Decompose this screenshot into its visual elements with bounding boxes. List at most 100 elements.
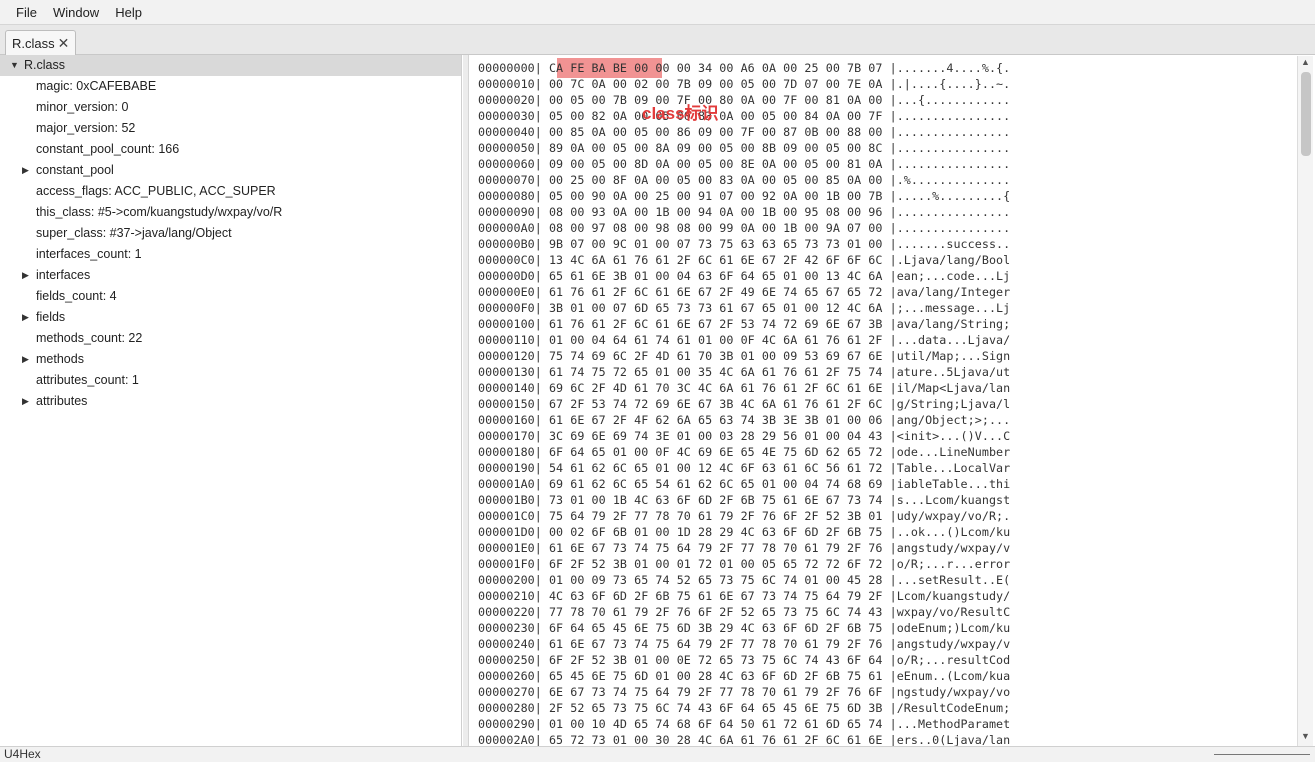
hex-row: 00000290| 01 00 10 4D 65 74 68 6F 64 50 …	[478, 717, 1011, 731]
hex-row: 000000F0| 3B 01 00 07 6D 65 73 73 61 67 …	[478, 301, 1011, 315]
tree-item-label: fields	[36, 310, 66, 324]
tree-item[interactable]: ▶ constant_pool	[22, 160, 114, 181]
hex-row: 00000210| 4C 63 6F 6D 2F 6B 75 61 6E 67 …	[478, 589, 1011, 603]
hex-row: 000001F0| 6F 2F 52 3B 01 00 01 72 01 00 …	[478, 557, 1011, 571]
hex-row: 00000030| 05 00 82 0A 00 05 00 83 0A 00 …	[478, 109, 1011, 123]
tree-item[interactable]: ▶ attributes	[22, 391, 87, 412]
scroll-down-icon[interactable]: ▼	[1301, 731, 1310, 741]
hex-row: 000000C0| 13 4C 6A 61 76 61 2F 6C 61 6E …	[478, 253, 1011, 267]
close-icon[interactable]: ✕	[58, 35, 70, 52]
hex-row: 000000E0| 61 76 61 2F 6C 61 6E 67 2F 49 …	[478, 285, 1011, 299]
hex-row: 00000000| CA FE BA BE 00 00 00 34 00 A6 …	[478, 61, 1011, 75]
hex-row: 000001E0| 61 6E 67 73 74 75 64 79 2F 77 …	[478, 541, 1011, 555]
menu-bar: File Window Help	[0, 0, 1315, 25]
tree-item-label: interfaces	[36, 268, 91, 282]
menu-file[interactable]: File	[8, 5, 45, 20]
hex-row: 000001B0| 73 01 00 1B 4C 63 6F 6D 2F 6B …	[478, 493, 1011, 507]
hex-row: 00000280| 2F 52 65 73 75 6C 74 43 6F 64 …	[478, 701, 1011, 715]
class-structure-tree: ▼ R.class magic: 0xCAFEBABE minor_version…	[0, 55, 462, 746]
tree-item-label: methods_count: 22	[36, 331, 143, 345]
tree-item[interactable]: ▶ fields	[22, 307, 65, 328]
tab-label: R.class	[12, 35, 55, 51]
hex-row: 00000150| 67 2F 53 74 72 69 6E 67 3B 4C …	[478, 397, 1011, 411]
hex-row: 00000090| 08 00 93 0A 00 1B 00 94 0A 00 …	[478, 205, 1011, 219]
tree-item-label: major_version: 52	[36, 121, 136, 135]
tree-root[interactable]: ▼ R.class	[0, 55, 461, 76]
status-progress-line	[1214, 754, 1310, 755]
collapsed-arrow-icon[interactable]: ▶	[22, 391, 36, 412]
vertical-scrollbar[interactable]: ▲ ▼	[1297, 56, 1313, 746]
hex-row: 00000190| 54 61 62 6C 65 01 00 12 4C 6F …	[478, 461, 1011, 475]
tree-item-label: access_flags: ACC_PUBLIC, ACC_SUPER	[36, 184, 276, 198]
tree-item-label: constant_pool	[36, 163, 114, 177]
hex-row: 00000060| 09 00 05 00 8D 0A 00 05 00 8E …	[478, 157, 1011, 171]
tree-item[interactable]: methods_count: 22	[36, 328, 142, 349]
tree-item[interactable]: fields_count: 4	[36, 286, 117, 307]
collapsed-arrow-icon[interactable]: ▶	[22, 265, 36, 286]
tree-item-label: fields_count: 4	[36, 289, 117, 303]
hex-row: 00000100| 61 76 61 2F 6C 61 6E 67 2F 53 …	[478, 317, 1011, 331]
collapsed-arrow-icon[interactable]: ▶	[22, 349, 36, 370]
expanded-arrow-icon[interactable]: ▼	[10, 55, 24, 76]
pane-splitter[interactable]	[463, 55, 469, 746]
hex-row: 00000200| 01 00 09 73 65 74 52 65 73 75 …	[478, 573, 1011, 587]
tree-item[interactable]: this_class: #5->com/kuangstudy/wxpay/vo/…	[36, 202, 282, 223]
tree-item-label: magic: 0xCAFEBABE	[36, 79, 157, 93]
hex-row: 00000160| 61 6E 67 2F 4F 62 6A 65 63 74 …	[478, 413, 1011, 427]
hex-row: 000001A0| 69 61 62 6C 65 54 61 62 6C 65 …	[478, 477, 1011, 491]
hex-row: 00000260| 65 45 6E 75 6D 01 00 28 4C 63 …	[478, 669, 1011, 683]
tree-item-label: methods	[36, 352, 84, 366]
scroll-thumb[interactable]	[1301, 72, 1311, 156]
hex-row: 00000170| 3C 69 6E 69 74 3E 01 00 03 28 …	[478, 429, 1011, 443]
tree-item[interactable]: constant_pool_count: 166	[36, 139, 179, 160]
menu-help[interactable]: Help	[107, 5, 150, 20]
tree-item[interactable]: access_flags: ACC_PUBLIC, ACC_SUPER	[36, 181, 276, 202]
hex-row: 000000A0| 08 00 97 08 00 98 08 00 99 0A …	[478, 221, 1011, 235]
tree-item[interactable]: ▶ methods	[22, 349, 84, 370]
hex-row: 000002A0| 65 72 73 01 00 30 28 4C 6A 61 …	[478, 733, 1011, 746]
collapsed-arrow-icon[interactable]: ▶	[22, 160, 36, 181]
tree-item[interactable]: ▶ interfaces	[22, 265, 90, 286]
hex-row: 00000110| 01 00 04 64 61 74 61 01 00 0F …	[478, 333, 1011, 347]
tree-item-label: attributes	[36, 394, 88, 408]
tree-item[interactable]: interfaces_count: 1	[36, 244, 142, 265]
menu-window[interactable]: Window	[45, 5, 107, 20]
hex-row: 00000020| 00 05 00 7B 09 00 7F 00 80 0A …	[478, 93, 1011, 107]
tree-item-label: minor_version: 0	[36, 100, 129, 114]
status-text: U4Hex	[4, 747, 41, 761]
tree-item[interactable]: major_version: 52	[36, 118, 135, 139]
hex-row: 00000010| 00 7C 0A 00 02 00 7B 09 00 05 …	[478, 77, 1011, 91]
tree-item-label: constant_pool_count: 166	[36, 142, 180, 156]
hex-row: 00000040| 00 85 0A 00 05 00 86 09 00 7F …	[478, 125, 1011, 139]
tree-item-label: super_class: #37->java/lang/Object	[36, 226, 232, 240]
tree-item-label: interfaces_count: 1	[36, 247, 142, 261]
hex-row: 00000070| 00 25 00 8F 0A 00 05 00 83 0A …	[478, 173, 1011, 187]
hex-row: 00000140| 69 6C 2F 4D 61 70 3C 4C 6A 61 …	[478, 381, 1011, 395]
class-marker-annotation: class标识	[642, 104, 719, 123]
tree-item[interactable]: attributes_count: 1	[36, 370, 139, 391]
collapsed-arrow-icon[interactable]: ▶	[22, 307, 36, 328]
scroll-up-icon[interactable]: ▲	[1301, 57, 1310, 67]
tree-item-label: this_class: #5->com/kuangstudy/wxpay/vo/…	[36, 205, 283, 219]
hex-row: 00000130| 61 74 75 72 65 01 00 35 4C 6A …	[478, 365, 1011, 379]
hex-row: 000000B0| 9B 07 00 9C 01 00 07 73 75 63 …	[478, 237, 1011, 251]
hex-row: 00000050| 89 0A 00 05 00 8A 09 00 05 00 …	[478, 141, 1011, 155]
tree-item-label: attributes_count: 1	[36, 373, 139, 387]
tree-item[interactable]: super_class: #37->java/lang/Object	[36, 223, 232, 244]
hex-row: 000001C0| 75 64 79 2F 77 78 70 61 79 2F …	[478, 509, 1011, 523]
hex-row: 000001D0| 00 02 6F 6B 01 00 1D 28 29 4C …	[478, 525, 1011, 539]
hex-view: 00000000| CA FE BA BE 00 00 00 34 00 A6 …	[470, 56, 1297, 746]
tree-item[interactable]: magic: 0xCAFEBABE	[36, 76, 156, 97]
hex-row: 00000180| 6F 64 65 01 00 0F 4C 69 6E 65 …	[478, 445, 1011, 459]
hex-row: 00000220| 77 78 70 61 79 2F 76 6F 2F 52 …	[478, 605, 1011, 619]
tab-r-class[interactable]: R.class ✕	[5, 30, 77, 55]
hex-row: 00000250| 6F 2F 52 3B 01 00 0E 72 65 73 …	[478, 653, 1011, 667]
hex-row: 00000120| 75 74 69 6C 2F 4D 61 70 3B 01 …	[478, 349, 1011, 363]
status-bar: U4Hex	[0, 746, 1315, 762]
hex-row: 00000240| 61 6E 67 73 74 75 64 79 2F 77 …	[478, 637, 1011, 651]
tree-item[interactable]: minor_version: 0	[36, 97, 128, 118]
hex-row: 00000080| 05 00 90 0A 00 25 00 91 07 00 …	[478, 189, 1011, 203]
hex-row: 00000270| 6E 67 73 74 75 64 79 2F 77 78 …	[478, 685, 1011, 699]
tree-root-label: R.class	[24, 58, 65, 72]
hex-row: 000000D0| 65 61 6E 3B 01 00 04 63 6F 64 …	[478, 269, 1011, 283]
